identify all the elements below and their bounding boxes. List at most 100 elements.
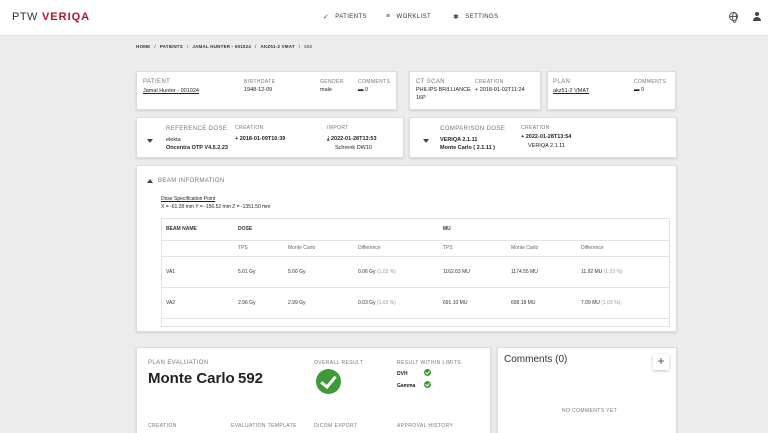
breadcrumb-patients[interactable]: PATIENTS <box>160 44 183 49</box>
reference-creation: + 2018-01-09T10:39 <box>235 136 285 142</box>
globe-icon[interactable] <box>729 12 738 23</box>
plan-evaluation-id: 592 <box>238 370 264 387</box>
comparison-creation-label: CREATION <box>521 125 550 131</box>
comments-title: Comments (0) <box>504 354 568 365</box>
nav-patients-label: PATIENTS <box>335 14 367 20</box>
top-bar: PTW VERIQA ✓ PATIENTS ≡ WORKLIST ✱ SETTIN… <box>0 0 768 36</box>
col-dose-mc: Monte Carlo <box>283 240 353 257</box>
mu-tps: 691.10 MU <box>438 287 506 319</box>
birthdate-value: 1948-12-09 <box>244 87 273 93</box>
reference-dose-card: REFERENCE DOSE elekta Oncentra OTP V4.5.… <box>136 117 404 158</box>
comments-label: COMMENTS <box>358 79 391 85</box>
dose-tps: 5.61 Gy <box>233 256 283 288</box>
chevron-down-icon[interactable] <box>147 139 153 143</box>
plan-evaluation-card: PLAN EVALUATION Monte Carlo 592 OVERALL … <box>136 347 491 433</box>
user-icon[interactable] <box>752 12 761 21</box>
comparison-creation-value: 2022-01-28T13:54 <box>525 134 572 140</box>
reference-system: Oncentra OTP V4.5.2.23 <box>166 145 228 151</box>
reference-import-label: IMPORT <box>327 125 349 131</box>
nav-worklist-label: WORKLIST <box>396 13 432 20</box>
beam-name: VA2 <box>161 287 233 319</box>
breadcrumb-home[interactable]: HOME <box>136 44 150 49</box>
mu-tps: 1162.63 MU <box>438 256 506 288</box>
col-mu-diff: Difference <box>576 240 670 257</box>
chevron-up-icon[interactable] <box>147 179 153 183</box>
mu-diff-pct: (1.03 %) <box>601 299 621 306</box>
gamma-check-icon <box>424 381 431 388</box>
table-row: VA1 5.61 Gy 5.66 Gy 0.06 Gy (1.03 %) 116… <box>161 256 670 288</box>
check-icon: ✓ <box>323 14 330 21</box>
breadcrumb-patient[interactable]: JAMAL HUNTER - 001024 <box>192 44 251 49</box>
ct-scan-card: CT SCAN PHILIPS BRILLIANCE 16P CREATION … <box>409 71 541 110</box>
breadcrumb-current: 592 <box>304 44 313 49</box>
patient-card: PATIENT Jamal Hunter - 001024 BIRTHDATE … <box>136 71 397 110</box>
beam-name: VA1 <box>161 256 233 288</box>
clock-icon: + <box>235 136 239 142</box>
col-beam-name: BEAM NAME <box>161 218 233 241</box>
dose-specification-coords: X = -61.28 mm Y = -156.52 mm Z = -1351.5… <box>161 204 271 210</box>
col-dose-tps: TPS <box>233 240 283 257</box>
veriqa-logo[interactable]: PTW VERIQA <box>12 11 90 23</box>
plan-comments: ▬ 0 <box>634 87 644 93</box>
nav-settings[interactable]: ✱ SETTINGS <box>453 13 498 21</box>
plan-card: PLAN akz51-2 VMAT COMMENTS ▬ 0 <box>547 71 676 110</box>
reference-import-user: Schrenk DW10 <box>335 145 372 151</box>
logo-ptw: PTW <box>12 11 38 23</box>
col-dose: DOSE <box>233 218 438 241</box>
patient-name-link[interactable]: Jamal Hunter - 001024 <box>143 88 199 94</box>
plan-comments-count: 0 <box>641 87 645 93</box>
dose-diff: 0.06 Gy (1.03 %) <box>353 256 438 288</box>
table-row: VA2 2.96 Gy 2.99 Gy 0.03 Gy (1.03 %) 691… <box>161 287 670 319</box>
download-icon: ⤓ <box>327 136 330 142</box>
nav-patients[interactable]: ✓ PATIENTS <box>323 13 367 21</box>
mu-mc: 698.18 MU <box>506 287 576 319</box>
beam-information-title: BEAM INFORMATION <box>158 178 225 184</box>
breadcrumb-plan[interactable]: AKZ51-2 VMAT <box>261 44 295 49</box>
ct-creation: + 2018-01-02T11:24 <box>475 87 525 93</box>
mu-diff-pct: (1.03 %) <box>603 268 623 275</box>
col-mu-tps: TPS <box>438 240 506 257</box>
gamma-label: Gamma <box>397 383 416 389</box>
clock-icon: + <box>475 87 479 93</box>
plan-evaluation-label: PLAN EVALUATION <box>148 360 209 366</box>
mu-mc: 1174.55 MU <box>506 256 576 288</box>
col-dose-diff: Difference <box>353 240 438 257</box>
add-comment-button[interactable]: + <box>653 354 669 370</box>
reference-import: ⤓ 2022-01-28T13:53 <box>327 136 377 143</box>
dvh-label: DVH <box>397 371 408 377</box>
comment-icon: ▬ <box>358 87 364 93</box>
reference-vendor: elekta <box>166 137 181 143</box>
mu-diff-value: 7.09 MU <box>581 299 600 306</box>
logo-veriqa: VERIQA <box>41 11 91 23</box>
beam-table-subheader: TPS Monte Carlo Difference TPS Monte Car… <box>161 240 670 257</box>
dose-specification-point: Dose Specification Point <box>161 196 216 202</box>
beam-table: BEAM NAME DOSE MU TPS Monte Carlo Differ… <box>161 218 670 319</box>
result-within-limits-label: RESULT WITHIN LIMITS <box>397 360 461 366</box>
reference-import-value: 2022-01-28T13:53 <box>330 136 377 142</box>
mu-diff: 7.09 MU (1.03 %) <box>576 287 670 319</box>
dose-mc: 5.66 Gy <box>283 256 353 288</box>
chevron-down-icon[interactable] <box>423 139 429 143</box>
approval-history-label: APPROVAL HISTORY <box>397 423 454 429</box>
plan-comments-label: COMMENTS <box>634 79 667 85</box>
col-mu: MU <box>438 218 670 241</box>
evaluation-template-label: EVALUATION TEMPLATE <box>231 423 297 429</box>
reference-dose-label: REFERENCE DOSE <box>166 126 228 132</box>
comparison-creation: + 2022-01-28T13:54 <box>521 134 571 140</box>
breadcrumb: HOME / PATIENTS / JAMAL HUNTER - 001024/ A… <box>136 44 313 49</box>
plan-name-link[interactable]: akz51-2 VMAT <box>553 88 589 94</box>
creation-label: CREATION <box>148 423 177 429</box>
birthdate-label: BIRTHDATE <box>244 79 276 85</box>
comparison-system: VERIQA 2.1.11 <box>440 137 478 143</box>
comparison-creation-sub: VERIQA 2.1.11 <box>528 143 565 149</box>
dicom-export-label: DICOM EXPORT <box>314 423 358 429</box>
ct-creation-label: CREATION <box>475 79 504 85</box>
col-mu-mc: Monte Carlo <box>506 240 576 257</box>
dose-diff-value: 0.03 Gy <box>358 299 376 306</box>
ct-scan-label: CT SCAN <box>416 79 446 85</box>
ct-creation-value: 2018-01-02T11:24 <box>479 87 525 93</box>
dose-diff-pct: (1.03 %) <box>376 268 396 275</box>
overall-result-label: OVERALL RESULT <box>314 360 364 366</box>
comparison-dose-card: COMPARISON DOSE VERIQA 2.1.11 Monte Carl… <box>409 117 677 158</box>
nav-worklist[interactable]: ≡ WORKLIST <box>386 13 431 20</box>
